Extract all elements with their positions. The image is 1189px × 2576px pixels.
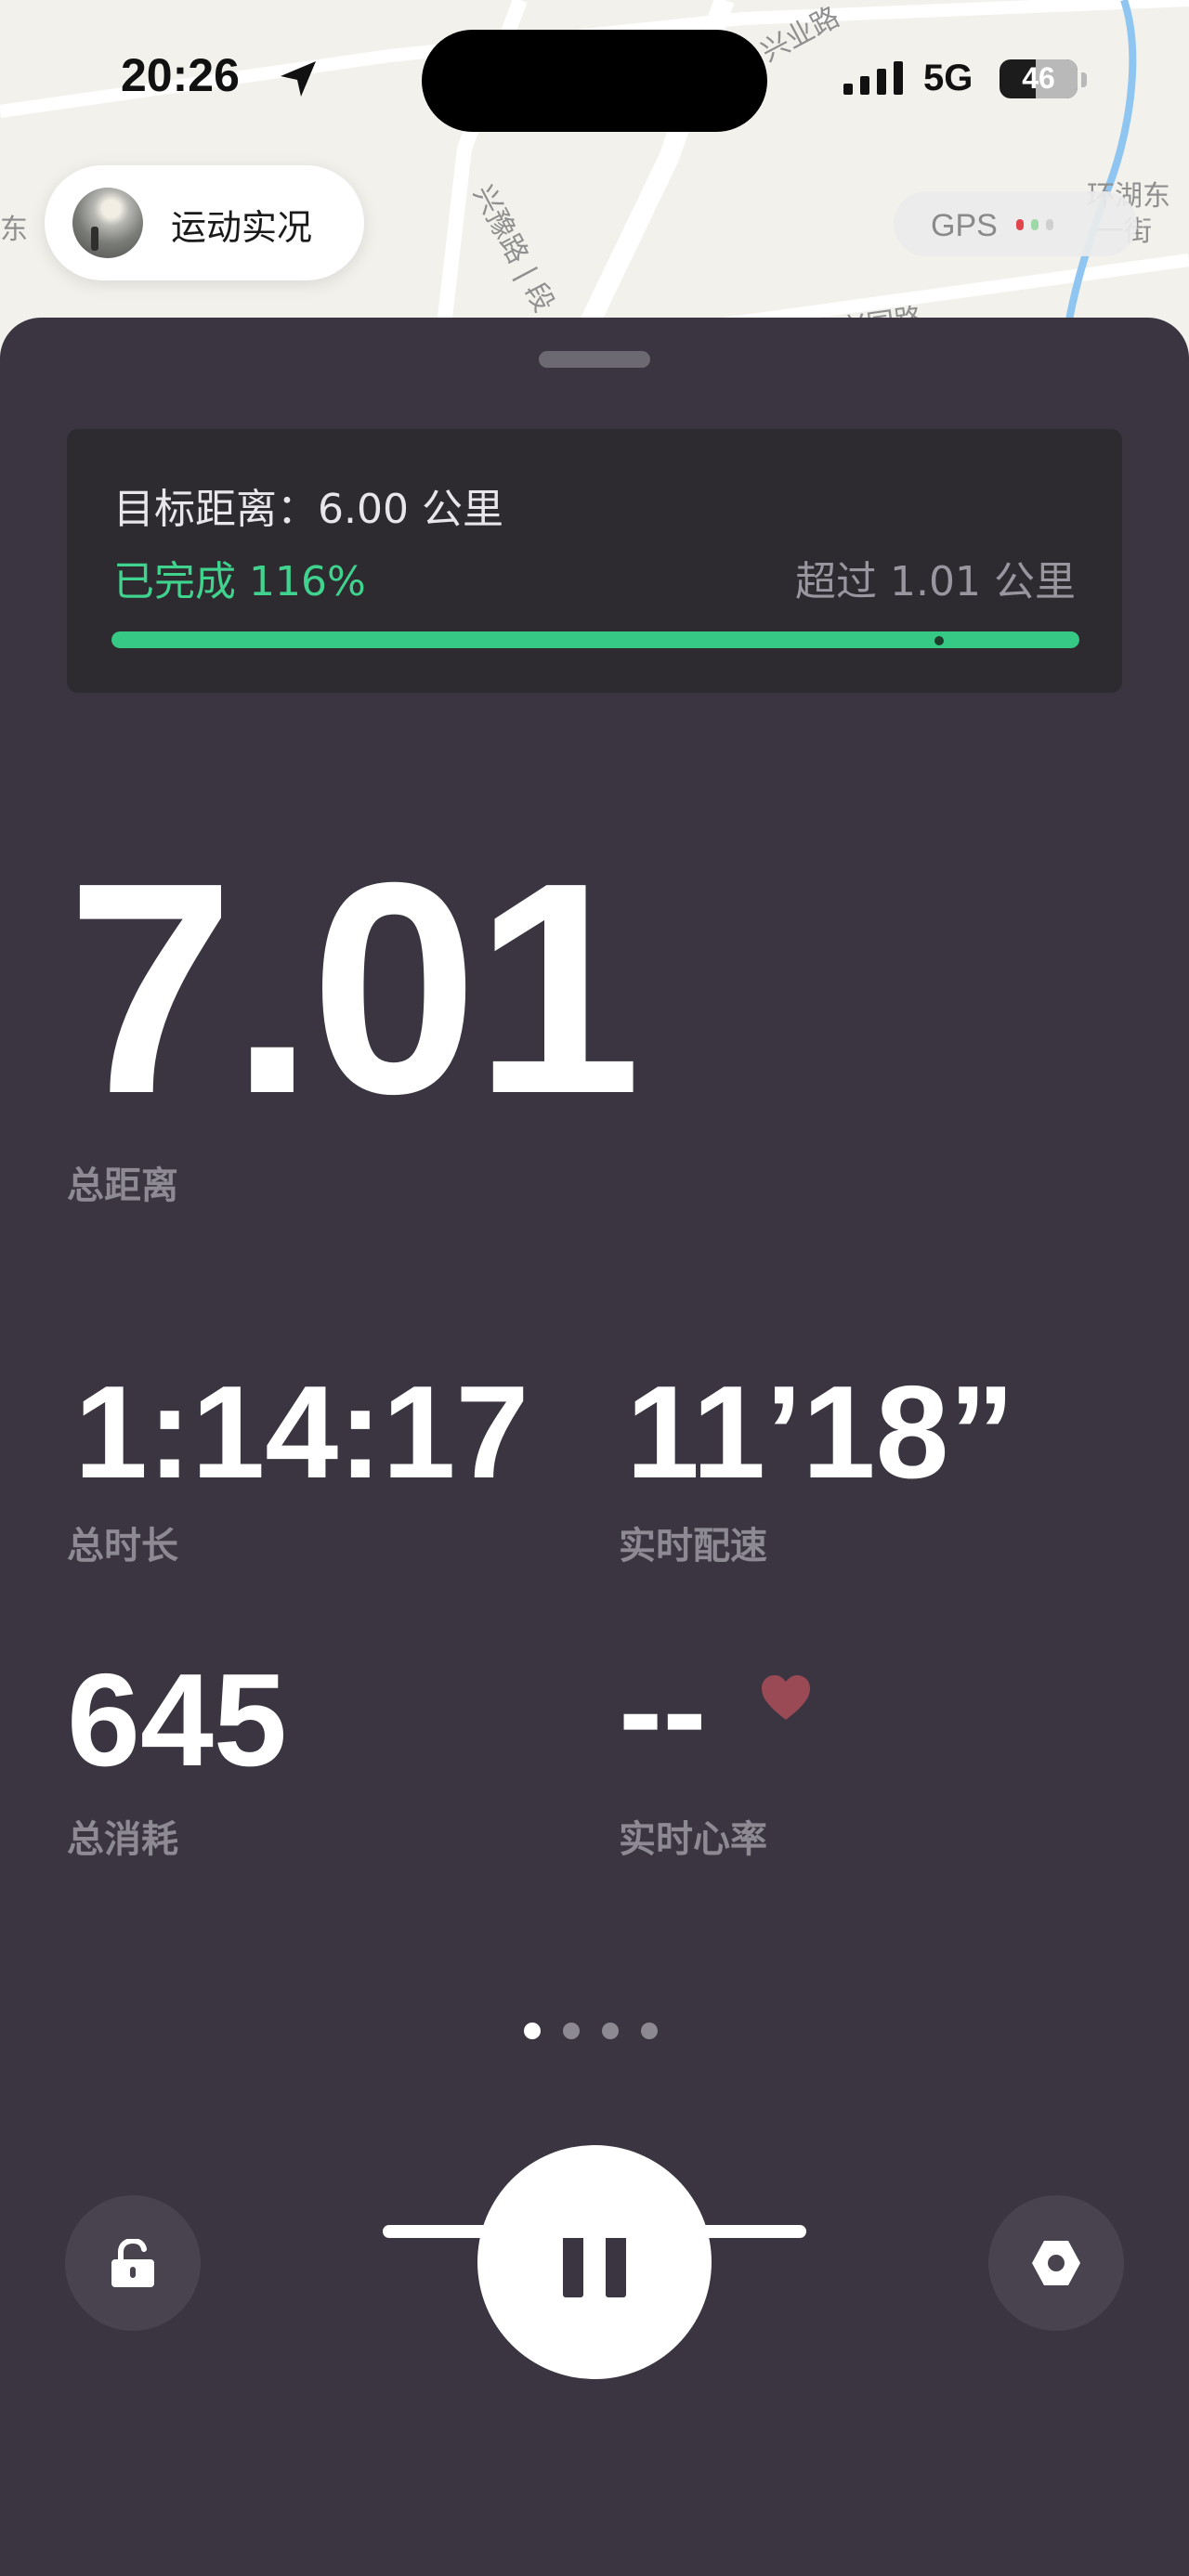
drag-handle[interactable] [539, 351, 650, 368]
running-screen: 兴业路 兴豫路 | 段 兴园路 环湖东 一街 东 20:26 5G 46 运动实… [0, 0, 1189, 2576]
battery-level: 46 [1022, 61, 1055, 95]
page-dot[interactable] [524, 2023, 541, 2039]
cellular-signal-icon [843, 61, 903, 95]
page-indicator[interactable] [524, 2023, 680, 2043]
lock-button[interactable] [65, 2195, 201, 2331]
home-indicator[interactable] [383, 2225, 806, 2238]
page-dot[interactable] [641, 2023, 658, 2039]
battery-icon: 46 [1000, 59, 1078, 98]
lock-open-icon [111, 2239, 154, 2287]
total-duration-label: 总时长 [67, 1525, 178, 1568]
settings-button[interactable] [988, 2195, 1124, 2331]
live-pace-label: 实时配速 [619, 1525, 767, 1568]
goal-title: 目标距离：6.00 公里 [113, 486, 503, 533]
gps-indicator[interactable]: GPS [894, 191, 1137, 256]
heart-icon [762, 1675, 810, 1720]
hexagon-settings-icon [1032, 2241, 1080, 2285]
total-distance-value: 7.01 [67, 820, 642, 1156]
total-duration-value: 1:14:17 [74, 1359, 529, 1506]
dynamic-island [422, 30, 767, 132]
battery-nub [1081, 72, 1087, 87]
gps-label: GPS [931, 208, 998, 243]
heart-rate-value: -- [619, 1637, 707, 1785]
status-time: 20:26 [121, 49, 240, 101]
goal-completed: 已完成 116% [113, 558, 366, 605]
location-arrow-icon [281, 61, 316, 97]
pause-button[interactable] [477, 2145, 712, 2379]
live-pace-value: 11’18” [626, 1359, 1015, 1506]
live-status-label: 运动实况 [171, 207, 313, 248]
live-status-button[interactable]: 运动实况 [45, 165, 364, 280]
total-distance-label: 总距离 [67, 1164, 178, 1207]
total-calories-label: 总消耗 [67, 1818, 178, 1861]
goal-target-marker [934, 636, 944, 645]
page-dot[interactable] [602, 2023, 619, 2039]
page-dot[interactable] [563, 2023, 580, 2039]
goal-exceeded: 超过 1.01 公里 [795, 558, 1076, 605]
heart-rate-label: 实时心率 [619, 1818, 767, 1861]
gps-signal-icon [1016, 219, 1053, 230]
total-calories-value: 645 [67, 1646, 287, 1794]
avatar [72, 188, 143, 258]
goal-card: 目标距离：6.00 公里 已完成 116% 超过 1.01 公里 [67, 429, 1122, 693]
map-road-label: 东 [0, 214, 28, 246]
network-type: 5G [923, 58, 973, 98]
